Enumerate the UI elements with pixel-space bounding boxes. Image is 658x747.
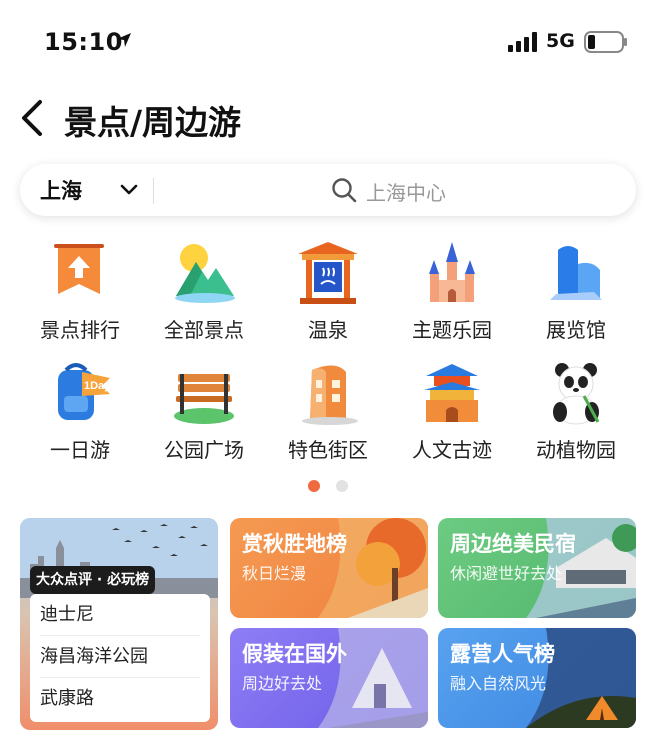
category-label: 温泉 bbox=[308, 318, 348, 342]
panda-icon bbox=[553, 363, 600, 425]
category-label: 主题乐园 bbox=[412, 318, 492, 342]
hot-spring-icon bbox=[298, 242, 358, 304]
category-park[interactable]: 公园广场 bbox=[142, 356, 266, 466]
castle-icon bbox=[429, 242, 475, 302]
search-icon bbox=[332, 178, 357, 203]
must-play-ranking-card[interactable]: 大众点评 · 必玩榜 迪士尼 海昌海洋公园 武康路 bbox=[20, 518, 218, 730]
brand-separator: · bbox=[96, 572, 103, 588]
ranking-tag: 必玩榜 bbox=[107, 572, 150, 588]
page-indicator bbox=[308, 480, 354, 494]
page-dot-active[interactable] bbox=[308, 480, 320, 492]
search-input[interactable]: 上海中心 bbox=[366, 177, 446, 206]
divider bbox=[153, 178, 154, 204]
camping-card[interactable]: 露营人气榜 融入自然风光 bbox=[438, 628, 636, 728]
category-all-attractions[interactable]: 全部景点 bbox=[142, 236, 266, 346]
autumn-spots-card[interactable]: 赏秋胜地榜 秋日烂漫 bbox=[230, 518, 428, 618]
page-title: 景点/周边游 bbox=[64, 103, 242, 142]
category-label: 动植物园 bbox=[536, 438, 616, 462]
location-arrow-icon bbox=[117, 33, 131, 47]
page-header: 景点/周边游 bbox=[0, 90, 658, 146]
card-subtitle: 周边好去处 bbox=[242, 674, 323, 693]
pagoda-icon bbox=[424, 364, 480, 422]
card-title: 假装在国外 bbox=[242, 642, 347, 666]
network-type: 5G bbox=[546, 30, 575, 52]
ranking-flag-icon bbox=[54, 244, 104, 294]
category-label: 特色街区 bbox=[288, 438, 368, 462]
category-label: 人文古迹 bbox=[412, 438, 492, 462]
category-grid: 景点排行 全部景点 温泉 主题乐园 展览馆 1Day 一日游 公园广场 特色街区… bbox=[0, 232, 658, 462]
ranking-badge: 大众点评 · 必玩榜 bbox=[30, 566, 156, 594]
battery-icon bbox=[584, 31, 627, 53]
ranking-list: 迪士尼 海昌海洋公园 武康路 bbox=[30, 594, 210, 722]
exhibition-hall-icon bbox=[550, 246, 602, 300]
ranking-item[interactable]: 海昌海洋公园 bbox=[40, 636, 200, 678]
category-label: 展览馆 bbox=[546, 318, 606, 342]
category-heritage[interactable]: 人文古迹 bbox=[390, 356, 514, 466]
search-bar[interactable]: 上海 上海中心 bbox=[20, 164, 636, 216]
homestay-card[interactable]: 周边绝美民宿 休闲避世好去处 bbox=[438, 518, 636, 618]
category-zoo[interactable]: 动植物园 bbox=[514, 356, 638, 466]
abroad-feel-card[interactable]: 假装在国外 周边好去处 bbox=[230, 628, 428, 728]
category-day-trip[interactable]: 1Day 一日游 bbox=[18, 356, 142, 466]
ranking-item[interactable]: 迪士尼 bbox=[40, 594, 200, 636]
card-subtitle: 休闲避世好去处 bbox=[450, 564, 563, 583]
page-dot[interactable] bbox=[336, 480, 348, 492]
category-label: 公园广场 bbox=[164, 438, 244, 462]
category-exhibition[interactable]: 展览馆 bbox=[514, 236, 638, 346]
cellular-signal-icon bbox=[508, 32, 537, 52]
category-street[interactable]: 特色街区 bbox=[266, 356, 390, 466]
card-title: 露营人气榜 bbox=[450, 642, 555, 666]
card-subtitle: 秋日烂漫 bbox=[242, 564, 307, 583]
backpack-icon: 1Day bbox=[58, 363, 111, 420]
chevron-down-icon[interactable] bbox=[120, 182, 138, 198]
ranking-item[interactable]: 武康路 bbox=[40, 678, 200, 720]
backpack-badge-text: 1Day bbox=[84, 380, 111, 392]
city-selector[interactable]: 上海 bbox=[40, 175, 82, 205]
brand-name: 大众点评 bbox=[36, 572, 92, 588]
status-bar: 15:10 5G bbox=[0, 0, 658, 82]
category-ranking[interactable]: 景点排行 bbox=[18, 236, 142, 346]
status-time: 15:10 bbox=[44, 28, 123, 56]
category-label: 全部景点 bbox=[164, 318, 244, 342]
mountains-icon bbox=[175, 244, 235, 303]
category-label: 景点排行 bbox=[40, 318, 120, 342]
card-title: 周边绝美民宿 bbox=[450, 532, 576, 556]
category-hot-spring[interactable]: 温泉 bbox=[266, 236, 390, 346]
category-theme-park[interactable]: 主题乐园 bbox=[390, 236, 514, 346]
back-arrow-icon[interactable] bbox=[16, 96, 50, 140]
card-title: 赏秋胜地榜 bbox=[242, 532, 347, 556]
park-bench-icon bbox=[174, 374, 234, 424]
card-subtitle: 融入自然风光 bbox=[450, 674, 547, 693]
street-building-icon bbox=[302, 365, 358, 425]
category-label: 一日游 bbox=[50, 438, 110, 462]
